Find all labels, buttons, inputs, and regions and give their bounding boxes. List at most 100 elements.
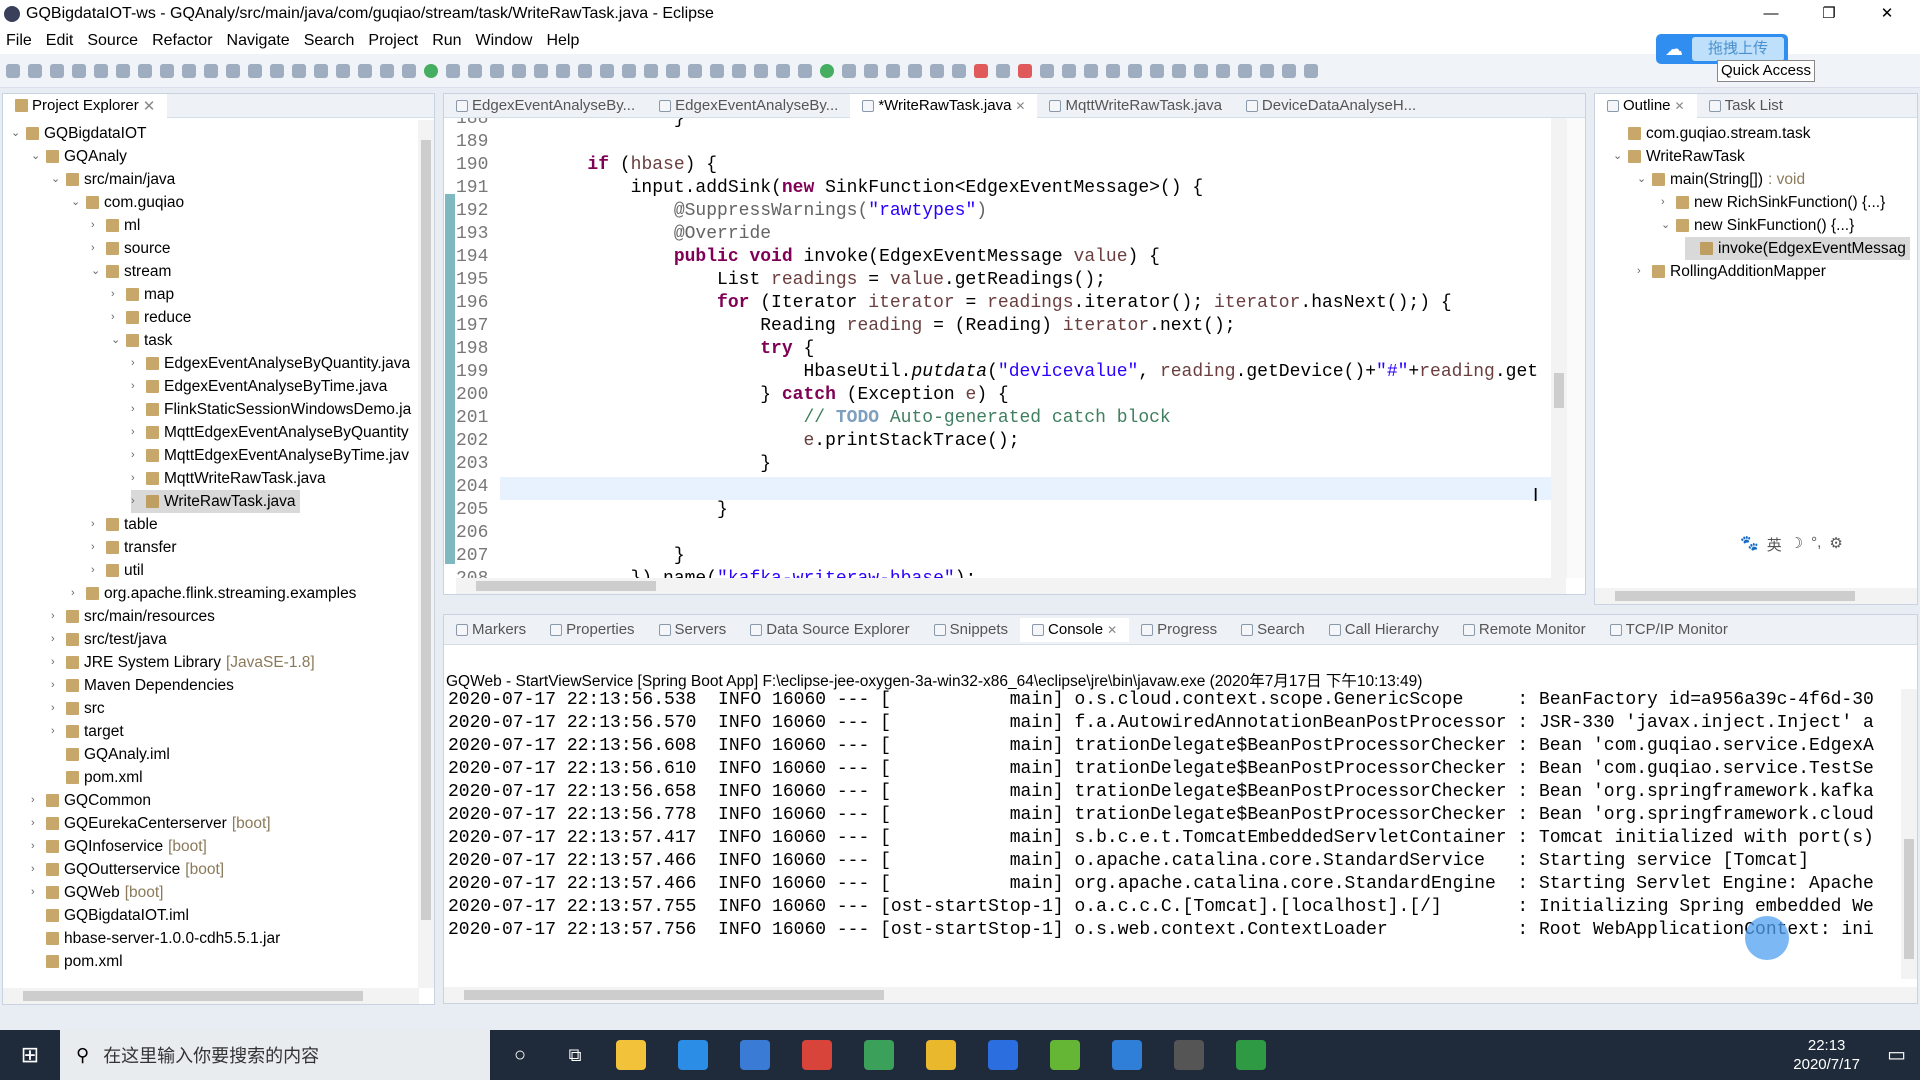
menu-run[interactable]: Run [432, 32, 461, 50]
tab-outline[interactable]: Outline ✕ [1595, 93, 1697, 118]
tree-item[interactable]: › GQCommon [31, 789, 155, 812]
toolbar-button-icon[interactable] [1062, 63, 1076, 78]
tree-item[interactable]: ⌄ main(String[]) : void [1637, 168, 1809, 191]
chevron-right-icon[interactable]: › [1661, 191, 1671, 214]
chevron-right-icon[interactable]: › [111, 283, 121, 306]
toolbar-button-icon[interactable] [754, 63, 768, 78]
tab-devicedataanalyseh-[interactable]: DeviceDataAnalyseH... [1234, 94, 1428, 118]
toolbar-button-icon[interactable] [446, 63, 460, 78]
toolbar-button-icon[interactable] [1106, 63, 1120, 78]
toolbar-button-icon[interactable] [1216, 63, 1230, 78]
chevron-down-icon[interactable]: ⌄ [1637, 168, 1647, 191]
outline-horizontal-scrollbar[interactable] [1595, 588, 1917, 604]
quick-access-input[interactable]: Quick Access [1717, 60, 1815, 82]
chevron-right-icon[interactable]: › [131, 352, 141, 375]
chevron-down-icon[interactable]: ⌄ [71, 191, 81, 214]
tree-item[interactable]: ⌄ new SinkFunction() {...} [1661, 214, 1858, 237]
taskbar-app-icon[interactable] [1112, 1040, 1142, 1070]
toolbar-button-icon[interactable] [116, 63, 130, 78]
tab-edgexeventanalyseby-[interactable]: EdgexEventAnalyseBy... [647, 94, 850, 118]
editor-horizontal-scrollbar[interactable] [456, 578, 1566, 594]
chevron-right-icon[interactable]: › [131, 444, 141, 467]
tab-data-source-explorer[interactable]: Data Source Explorer [738, 618, 921, 642]
toolbar-button-icon[interactable] [358, 63, 372, 78]
tree-item[interactable]: › RollingAdditionMapper [1637, 260, 1830, 283]
chevron-right-icon[interactable]: › [51, 651, 61, 674]
close-icon[interactable]: ✕ [143, 97, 156, 115]
chevron-right-icon[interactable]: › [91, 559, 101, 582]
tab-progress[interactable]: Progress [1129, 618, 1229, 642]
toolbar-button-icon[interactable] [842, 63, 856, 78]
tree-item[interactable]: › FlinkStaticSessionWindowsDemo.ja [131, 398, 415, 421]
console-vertical-scrollbar[interactable] [1901, 689, 1917, 979]
tree-item[interactable]: › MqttWriteRawTask.java [131, 467, 330, 490]
toolbar-button-icon[interactable] [402, 63, 416, 78]
tree-item[interactable]: › reduce [111, 306, 195, 329]
restore-button[interactable]: ❐ [1806, 0, 1852, 28]
toolbar-button-icon[interactable] [50, 63, 64, 78]
toolbar-button-icon[interactable] [1238, 63, 1252, 78]
tree-item[interactable]: ⌄ src/main/java [51, 168, 179, 191]
chevron-right-icon[interactable]: › [51, 697, 61, 720]
toolbar-button-icon[interactable] [270, 63, 284, 78]
toolbar-button-icon[interactable] [820, 63, 834, 78]
chevron-right-icon[interactable]: › [71, 582, 81, 605]
toolbar-button-icon[interactable] [1260, 63, 1274, 78]
taskbar-app-icon[interactable] [740, 1040, 770, 1070]
toolbar-button-icon[interactable] [292, 63, 306, 78]
chevron-right-icon[interactable]: › [131, 467, 141, 490]
menu-project[interactable]: Project [368, 32, 418, 50]
chevron-down-icon[interactable]: ⌄ [31, 145, 41, 168]
tab-project-explorer[interactable]: Project Explorer ✕ [3, 93, 168, 118]
tree-item[interactable]: GQBigdataIOT.iml [31, 904, 193, 927]
tab-console[interactable]: Console ✕ [1020, 617, 1130, 642]
chevron-right-icon[interactable]: › [31, 881, 41, 904]
toolbar-button-icon[interactable] [1128, 63, 1142, 78]
tree-item[interactable]: GQAnaly.iml [51, 743, 174, 766]
toolbar-button-icon[interactable] [798, 63, 812, 78]
toolbar-button-icon[interactable] [710, 63, 724, 78]
tab-tcp-ip-monitor[interactable]: TCP/IP Monitor [1598, 618, 1740, 642]
toolbar-button-icon[interactable] [1282, 63, 1296, 78]
tree-item[interactable]: › src/test/java [51, 628, 171, 651]
toolbar-button-icon[interactable] [28, 63, 42, 78]
menu-source[interactable]: Source [87, 32, 138, 50]
chevron-right-icon[interactable]: › [1637, 260, 1647, 283]
console-horizontal-scrollbar[interactable] [444, 987, 1917, 1003]
tree-item[interactable]: › JRE System Library [JavaSE-1.8] [51, 651, 319, 674]
tree-item[interactable]: › src [51, 697, 109, 720]
toolbar-button-icon[interactable] [314, 63, 328, 78]
tree-item[interactable]: › util [91, 559, 148, 582]
task-view-icon[interactable]: ⧉ [550, 1045, 600, 1066]
taskbar-app-icon[interactable] [926, 1040, 956, 1070]
toolbar-button-icon[interactable] [1304, 63, 1318, 78]
toolbar-button-icon[interactable] [908, 63, 922, 78]
chevron-right-icon[interactable]: › [91, 214, 101, 237]
ime-button[interactable]: ☽ [1790, 534, 1803, 555]
tree-item[interactable]: › new RichSinkFunction() {...} [1661, 191, 1889, 214]
chevron-right-icon[interactable]: › [51, 720, 61, 743]
chevron-right-icon[interactable]: › [131, 421, 141, 444]
ime-button[interactable]: ⚙ [1829, 534, 1842, 555]
tree-horizontal-scrollbar[interactable] [3, 988, 419, 1004]
chevron-right-icon[interactable]: › [31, 789, 41, 812]
chevron-down-icon[interactable]: ⌄ [111, 329, 121, 352]
toolbar-button-icon[interactable] [930, 63, 944, 78]
menu-navigate[interactable]: Navigate [227, 32, 290, 50]
menu-file[interactable]: File [6, 32, 32, 50]
tree-item[interactable]: › map [111, 283, 178, 306]
taskbar-app-icon[interactable] [616, 1040, 646, 1070]
close-icon[interactable]: ✕ [1675, 99, 1685, 113]
toolbar-button-icon[interactable] [468, 63, 482, 78]
taskbar-app-icon[interactable] [1236, 1040, 1266, 1070]
toolbar-button-icon[interactable] [138, 63, 152, 78]
toolbar-button-icon[interactable] [732, 63, 746, 78]
chevron-right-icon[interactable]: › [51, 628, 61, 651]
toolbar-button-icon[interactable] [996, 63, 1010, 78]
editor-vertical-scrollbar[interactable] [1551, 118, 1567, 578]
toolbar-button-icon[interactable] [578, 63, 592, 78]
taskbar-app-icon[interactable] [1050, 1040, 1080, 1070]
chevron-down-icon[interactable]: ⌄ [51, 168, 61, 191]
tree-item[interactable]: ⌄ task [111, 329, 176, 352]
ime-button[interactable]: 🐾 [1740, 534, 1759, 555]
